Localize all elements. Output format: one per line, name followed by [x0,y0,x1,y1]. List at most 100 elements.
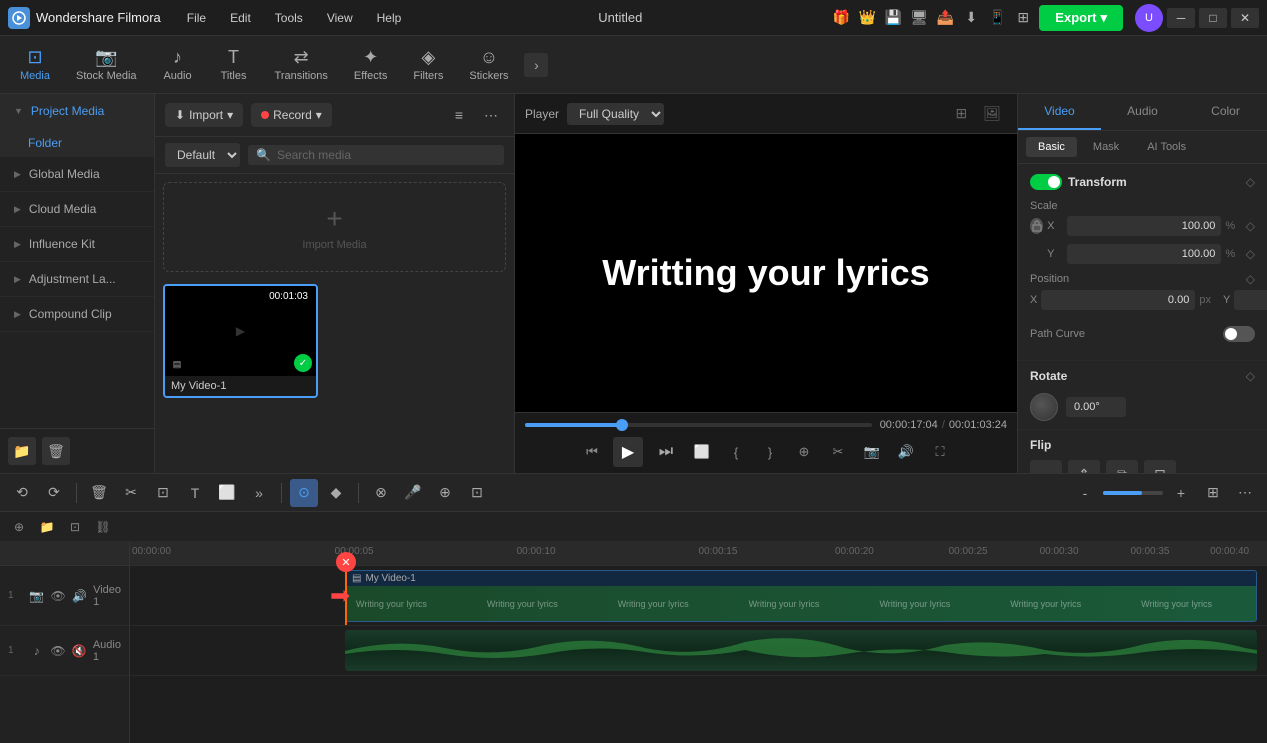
ruler-timeline[interactable]: 00:00:00 00:00:05 00:00:10 00:00:15 00:0… [130,542,1267,566]
filter-action-button[interactable]: ≡ [446,102,472,128]
media-tool-effects[interactable]: ✦ Effects [344,43,397,86]
audio-icon-btn[interactable]: ♪ [29,641,44,661]
delete-icon-btn[interactable]: 🗑 [85,479,113,507]
save-icon-btn[interactable]: 💾 [881,6,905,30]
media-tool-media[interactable]: ⊡ Media [10,43,60,86]
clip-button[interactable]: ✂ [825,439,851,465]
video-clip[interactable]: ▤ My Video-1 Writing your lyrics Writing… [345,570,1257,622]
tab-audio[interactable]: Audio [1101,94,1184,130]
media-tool-titles[interactable]: T Titles [209,43,259,86]
position-x-input[interactable] [1041,290,1195,310]
audio-button[interactable]: 🔊 [893,439,919,465]
rotate-dial[interactable] [1030,393,1058,421]
position-keyframe-btn[interactable]: ◇ [1246,272,1255,286]
sub-tab-ai-tools[interactable]: AI Tools [1135,137,1198,157]
minimize-button[interactable]: ─ [1167,8,1195,28]
tab-color[interactable]: Color [1184,94,1267,130]
mic-icon-btn[interactable]: 🎤 [399,479,427,507]
mark-in-button[interactable]: { [723,439,749,465]
camera-button[interactable]: 📷 [859,439,885,465]
sub-tab-basic[interactable]: Basic [1026,137,1077,157]
play-button[interactable]: ▶ [613,437,643,467]
image-view-button[interactable]: 🖼 [977,102,1007,125]
undo-icon-btn[interactable]: ⟲ [8,479,36,507]
tab-video[interactable]: Video [1018,94,1101,130]
default-select[interactable]: Default [165,143,240,167]
rotate-input[interactable] [1066,397,1126,417]
close-button[interactable]: ✕ [1231,8,1259,28]
keyframe-timeline-btn[interactable]: ◆ [322,479,350,507]
media-tool-stock[interactable]: 📷 Stock Media [66,43,147,86]
sidebar-item-compound-clip[interactable]: ▶ Compound Clip [0,297,154,332]
zoom-in-btn[interactable]: + [1167,479,1195,507]
grid-icon-btn[interactable]: ⊞ [1011,6,1035,30]
sidebar-item-global-media[interactable]: ▶ Global Media [0,157,154,192]
record-button[interactable]: Record ▾ [251,103,332,127]
link-track-btn[interactable]: ⛓ [92,516,114,538]
sub-tab-mask[interactable]: Mask [1081,137,1131,157]
fast-forward-button[interactable]: ⏭ [651,437,681,467]
audio-eye-btn[interactable]: 👁 [50,641,65,661]
audio-mute-btn[interactable]: 🔇 [72,641,87,661]
quality-select[interactable]: Full Quality [567,103,664,125]
position-y-input[interactable] [1234,290,1267,310]
scale-x-keyframe[interactable]: ◇ [1246,219,1255,233]
path-curve-toggle[interactable] [1223,326,1255,342]
redo-icon-btn[interactable]: ⟳ [40,479,68,507]
scale-x-input[interactable] [1067,216,1221,236]
delete-button[interactable]: 🗑 [42,437,70,465]
zoom-out-btn[interactable]: - [1071,479,1099,507]
menu-edit[interactable]: Edit [220,7,261,29]
import-media-area[interactable]: + Import Media [163,182,506,272]
menu-tools[interactable]: Tools [265,7,313,29]
flip-horizontal-button[interactable]: ⇔ [1030,460,1062,473]
media-tool-stickers[interactable]: ☺ Stickers [459,43,518,86]
group-track-btn[interactable]: ⊡ [64,516,86,538]
flip-paste-button[interactable]: ⊡ [1144,460,1176,473]
video-camera-icon-btn[interactable]: 📷 [29,586,44,606]
grid-layout-btn[interactable]: ⊞ [1199,479,1227,507]
menu-help[interactable]: Help [367,7,412,29]
phone-icon-btn[interactable]: 📱 [985,6,1009,30]
mark-icon-btn[interactable]: ⊗ [367,479,395,507]
add-track-icon-btn[interactable]: ⊕ [8,516,30,538]
sidebar-item-adjustment[interactable]: ▶ Adjustment La... [0,262,154,297]
maximize-button[interactable]: □ [1199,8,1227,28]
crown-icon-btn[interactable]: 👑 [855,6,879,30]
scale-y-keyframe[interactable]: ◇ [1246,247,1255,261]
sidebar-item-project-media[interactable]: ▼ Project Media [0,94,154,129]
export-button[interactable]: Export ▾ [1039,5,1123,31]
snap-icon-btn[interactable]: ⊙ [290,479,318,507]
timeline-zoom-track[interactable] [1103,491,1163,495]
grid-view-button[interactable]: ⊞ [949,102,973,125]
text-icon-btn[interactable]: T [181,479,209,507]
settings-btn[interactable]: ⋯ [1231,479,1259,507]
menu-view[interactable]: View [317,7,363,29]
crop-icon-btn[interactable]: ⊡ [149,479,177,507]
new-folder-button[interactable]: 📁 [8,437,36,465]
transform-toggle[interactable] [1030,174,1062,190]
more-edit-btn[interactable]: » [245,479,273,507]
sidebar-item-influence-kit[interactable]: ▶ Influence Kit [0,227,154,262]
split-icon-btn[interactable]: ⊕ [431,479,459,507]
video-mute-icon-btn[interactable]: 🔊 [72,586,87,606]
sidebar-sub-item-folder[interactable]: Folder [0,129,154,157]
cut-icon-btn[interactable]: ✂ [117,479,145,507]
media-tool-transitions[interactable]: ⇄ Transitions [265,43,338,86]
media-tool-filters[interactable]: ◈ Filters [403,43,453,86]
more-action-button[interactable]: ⋯ [478,102,504,128]
share-icon-btn[interactable]: 📤 [933,6,957,30]
pip-icon-btn[interactable]: ⊡ [463,479,491,507]
flip-copy-button[interactable]: ⧉ [1106,460,1138,473]
fullscreen-button[interactable]: ⛶ [927,439,953,465]
jump-start-button[interactable]: ⏮ [579,439,605,465]
media-thumbnail[interactable]: ▶ 00:01:03 ▤ ✓ My Video-1 [163,284,318,398]
rotate-keyframe-btn[interactable]: ◇ [1246,369,1255,383]
video-eye-icon-btn[interactable]: 👁 [51,586,66,606]
download-icon-btn[interactable]: ⬇ [959,6,983,30]
stop-button[interactable]: ⬜ [689,439,715,465]
flip-vertical-button[interactable]: ⇕ [1068,460,1100,473]
add-to-timeline-button[interactable]: ⊕ [791,439,817,465]
search-input[interactable] [277,148,496,162]
frame-icon-btn[interactable]: ⬜ [213,479,241,507]
